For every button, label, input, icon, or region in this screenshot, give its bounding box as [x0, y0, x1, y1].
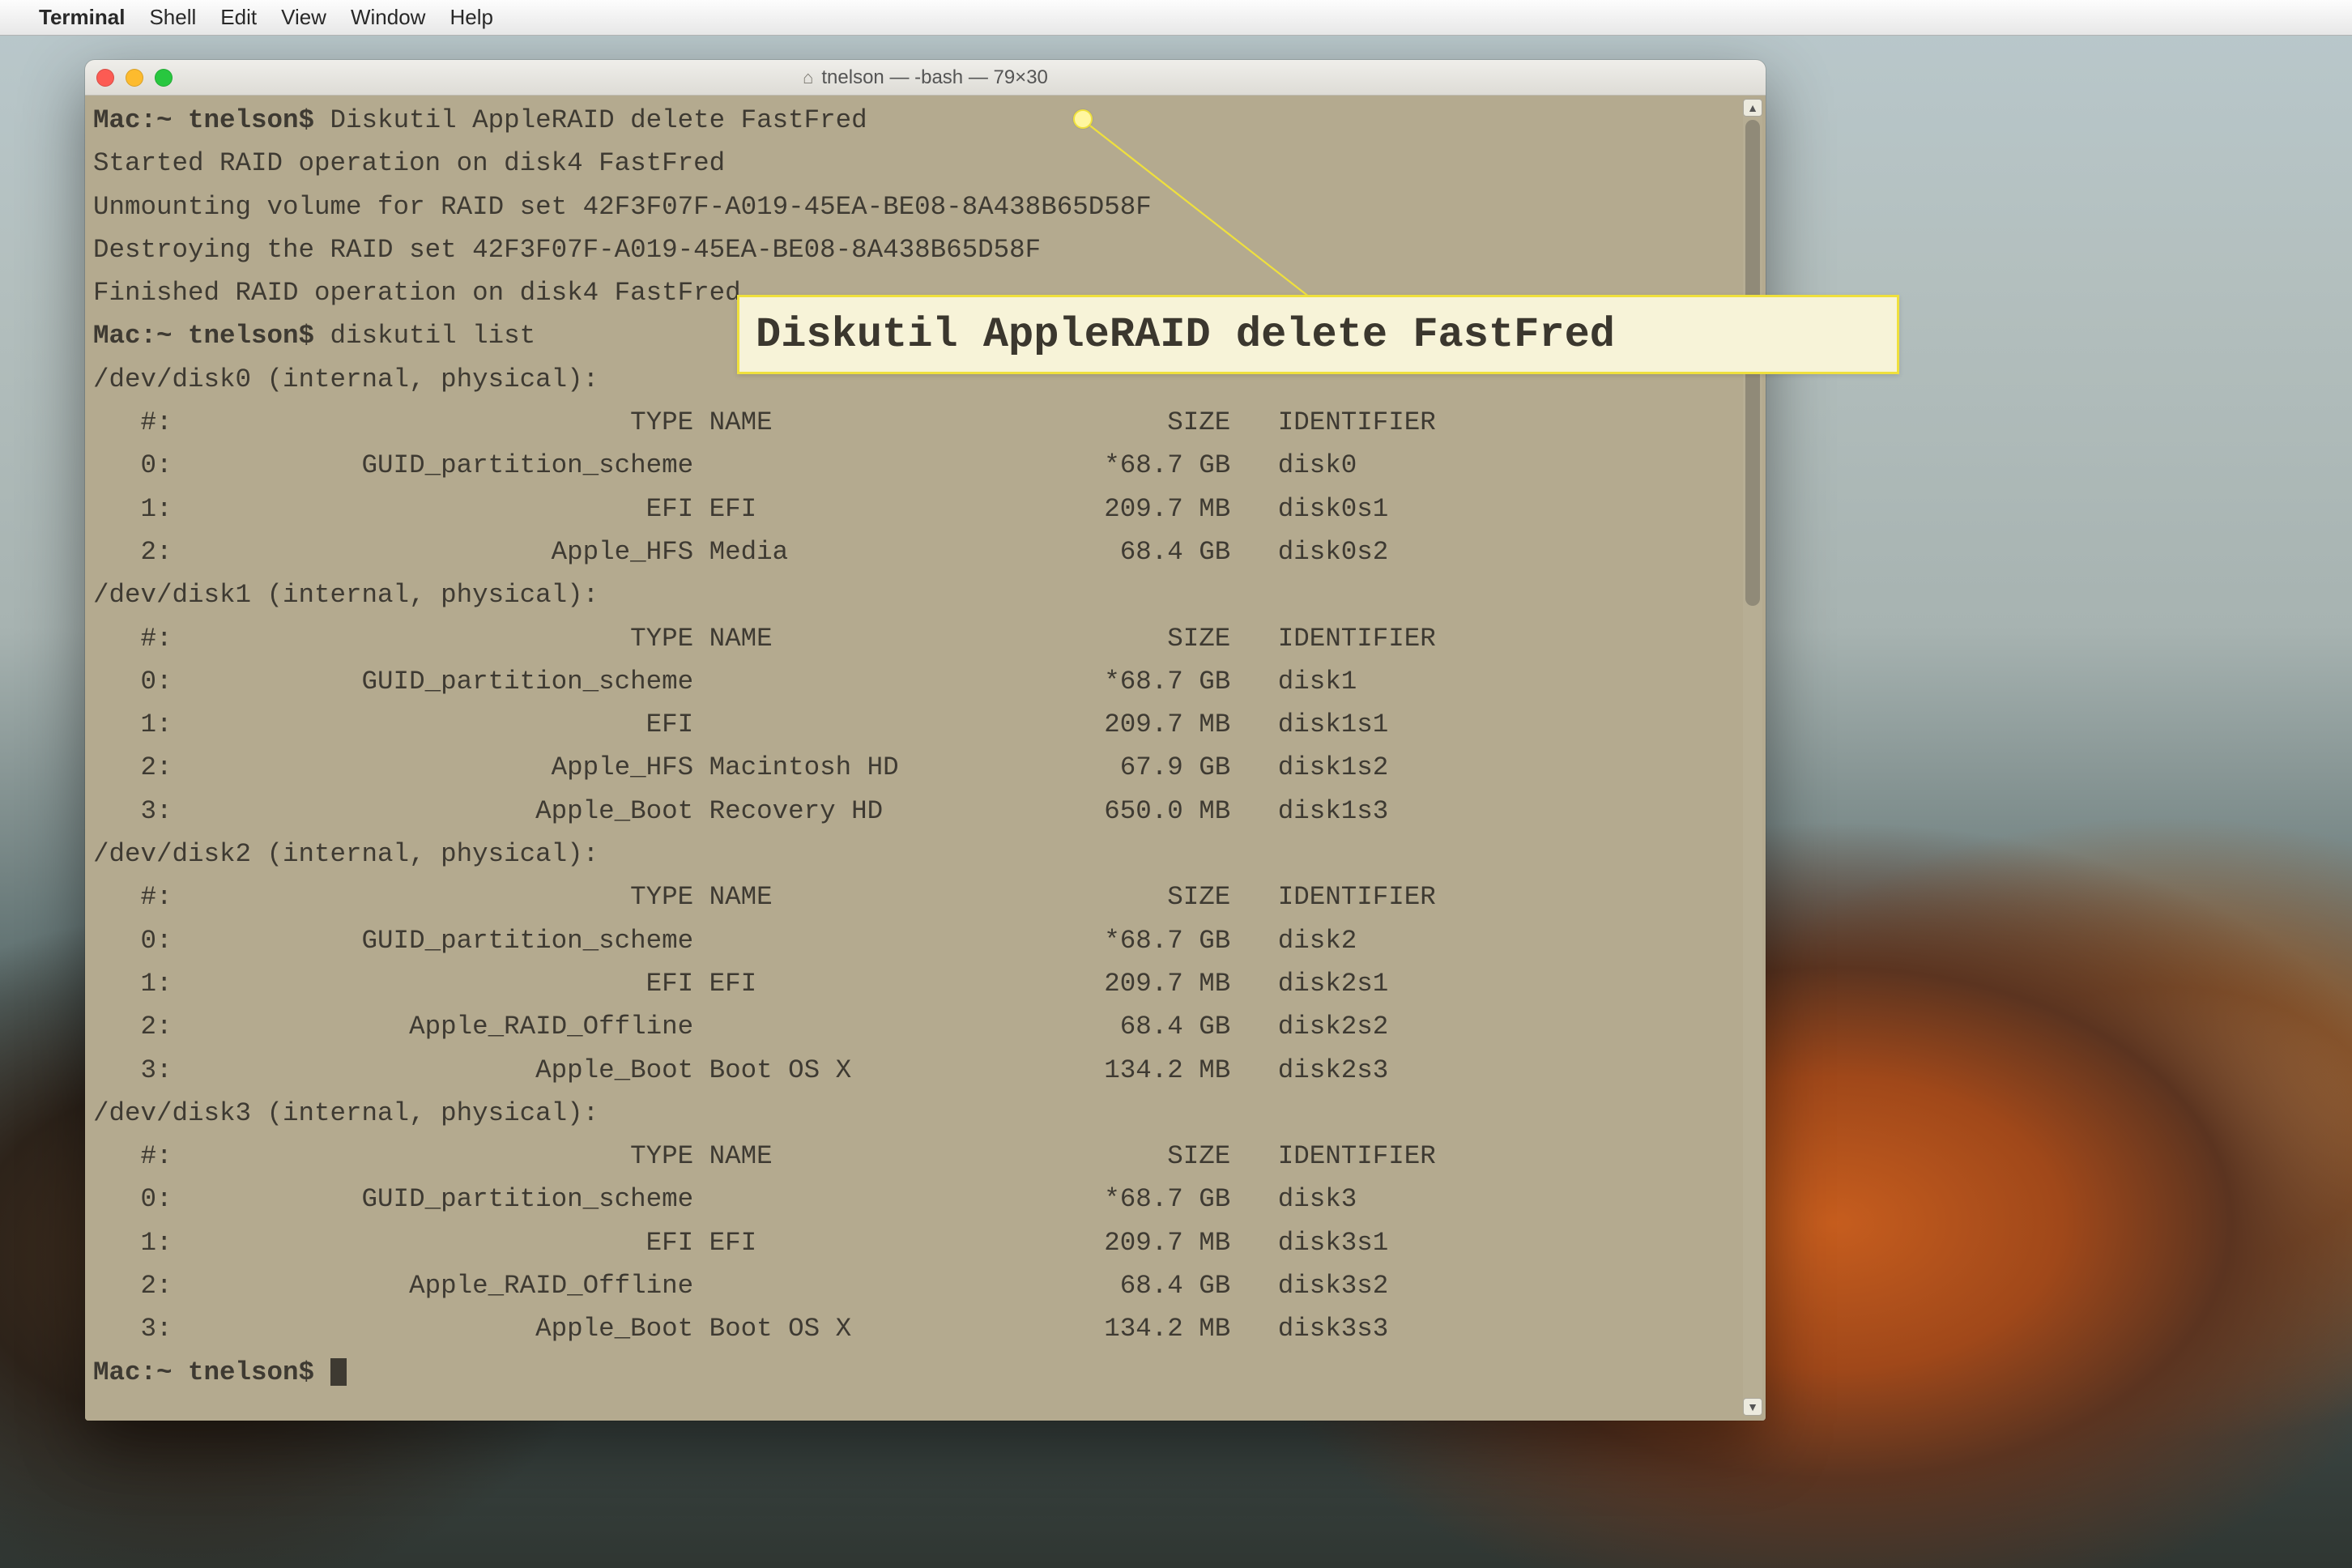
callout-text: Diskutil AppleRAID delete FastFred: [756, 311, 1615, 359]
scroll-down-icon[interactable]: ▼: [1743, 1398, 1762, 1416]
window-controls: [96, 69, 173, 87]
menu-shell[interactable]: Shell: [149, 5, 196, 30]
menu-app[interactable]: Terminal: [39, 5, 125, 30]
window-title: ⌂ tnelson — -bash — 79×30: [803, 66, 1048, 89]
menu-edit[interactable]: Edit: [220, 5, 257, 30]
scroll-up-icon[interactable]: ▲: [1743, 99, 1762, 117]
terminal-window: ⌂ tnelson — -bash — 79×30 Mac:~ tnelson$…: [85, 60, 1766, 1421]
zoom-icon[interactable]: [155, 69, 173, 87]
menu-window[interactable]: Window: [351, 5, 425, 30]
window-titlebar[interactable]: ⌂ tnelson — -bash — 79×30: [85, 60, 1766, 96]
close-icon[interactable]: [96, 69, 114, 87]
minimize-icon[interactable]: [126, 69, 143, 87]
callout-anchor-icon: [1073, 109, 1093, 129]
menu-help[interactable]: Help: [450, 5, 492, 30]
menubar: Terminal Shell Edit View Window Help: [0, 0, 2352, 36]
window-title-text: tnelson — -bash — 79×30: [821, 66, 1048, 89]
callout-box: Diskutil AppleRAID delete FastFred: [737, 295, 1899, 374]
cursor-block: [330, 1358, 347, 1386]
home-icon: ⌂: [803, 67, 813, 88]
menu-view[interactable]: View: [281, 5, 326, 30]
